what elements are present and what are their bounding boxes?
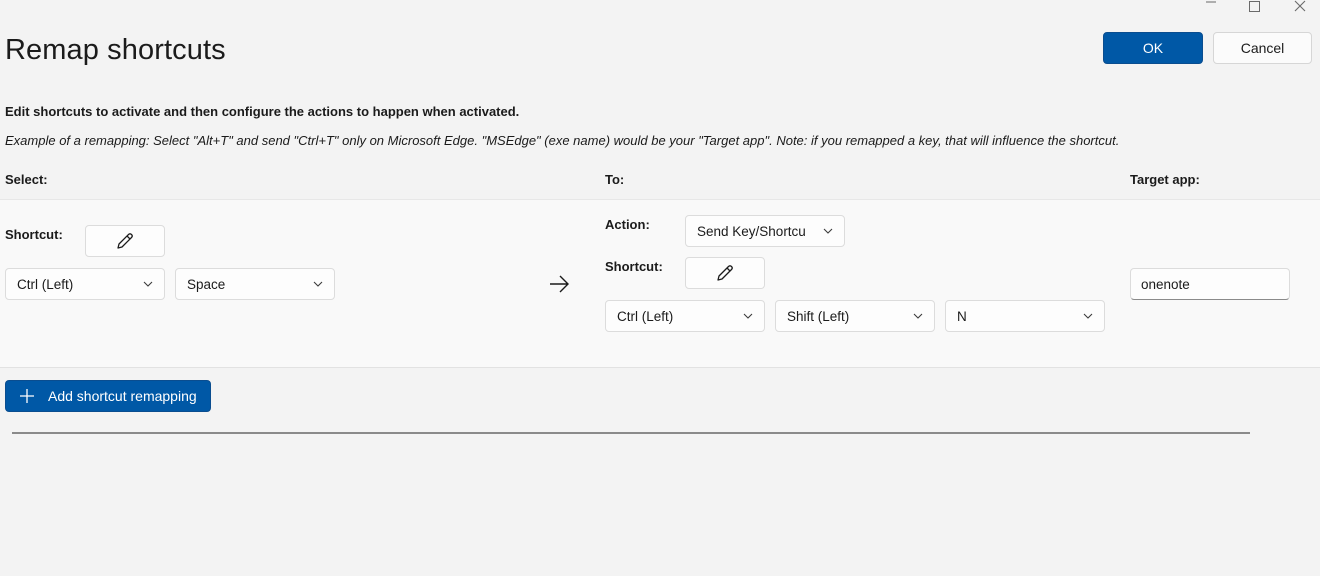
remap-shortcuts-window: Remap shortcuts OK Cancel Edit shortcuts… [0,0,1320,576]
cancel-button[interactable]: Cancel [1213,32,1312,64]
maximize-icon[interactable] [1249,1,1260,12]
to-key-3-value: N [957,308,967,324]
chevron-down-icon [823,228,833,234]
to-column-header: To: [605,172,625,187]
to-key-dropdown-1[interactable]: Ctrl (Left) [605,300,765,332]
select-key-2-value: Space [187,276,226,292]
select-key-1-value: Ctrl (Left) [17,276,74,292]
chevron-down-icon [913,313,923,319]
close-icon[interactable] [1293,0,1313,14]
chevron-down-icon [743,313,753,319]
target-app-column-header: Target app: [1130,172,1200,187]
arrow-right-icon [550,275,569,293]
action-value: Send Key/Shortcu [697,223,806,239]
divider [12,432,1250,434]
ok-button[interactable]: OK [1103,32,1203,64]
chevron-down-icon [1083,313,1093,319]
page-title: Remap shortcuts [5,34,226,66]
select-key-dropdown-1[interactable]: Ctrl (Left) [5,268,165,300]
action-dropdown[interactable]: Send Key/Shortcu [685,215,845,247]
to-shortcut-label: Shortcut: [605,259,663,274]
chevron-down-icon [143,281,153,287]
target-app-value: onenote [1141,276,1190,292]
pencil-icon [117,233,133,249]
to-key-2-value: Shift (Left) [787,308,850,324]
select-column-header: Select: [5,172,48,187]
select-key-dropdown-2[interactable]: Space [175,268,335,300]
action-label: Action: [605,217,650,232]
instruction-text: Edit shortcuts to activate and then conf… [5,104,520,119]
pencil-icon [717,265,733,281]
add-shortcut-remapping-label: Add shortcut remapping [48,388,197,404]
select-shortcut-label: Shortcut: [5,227,63,242]
to-key-dropdown-3[interactable]: N [945,300,1105,332]
select-edit-shortcut-button[interactable] [85,225,165,257]
target-app-input[interactable]: onenote [1130,268,1290,300]
minimize-icon[interactable] [1204,0,1224,10]
plus-icon [20,389,34,403]
example-text: Example of a remapping: Select "Alt+T" a… [5,133,1120,148]
add-shortcut-remapping-button[interactable]: Add shortcut remapping [5,380,211,412]
chevron-down-icon [313,281,323,287]
to-key-dropdown-2[interactable]: Shift (Left) [775,300,935,332]
to-key-1-value: Ctrl (Left) [617,308,674,324]
to-edit-shortcut-button[interactable] [685,257,765,289]
